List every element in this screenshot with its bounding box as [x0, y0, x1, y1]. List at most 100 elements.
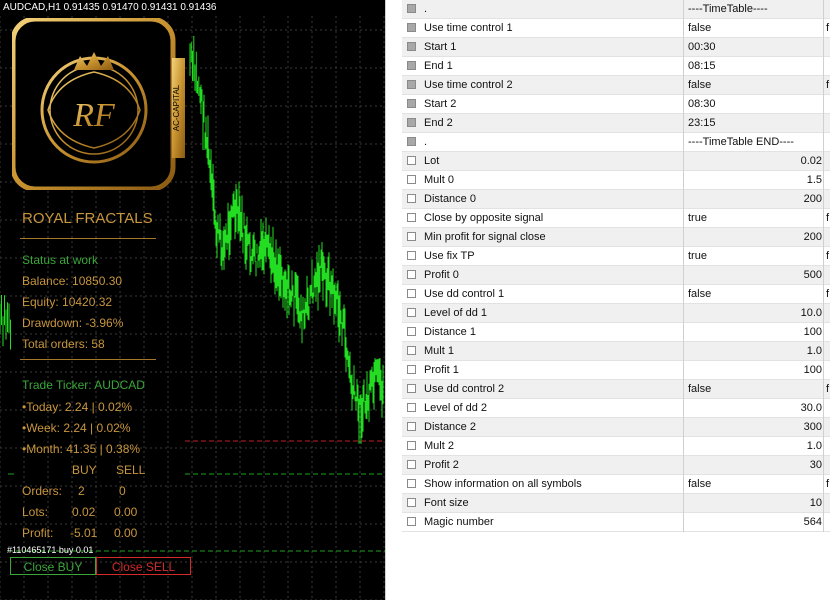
close-buy-button[interactable]: Close BUY: [10, 557, 96, 575]
chart-symbol-label: AUDCAD,H1 0.91435 0.91470 0.91431 0.9143…: [3, 2, 217, 13]
param-checkbox[interactable]: [407, 479, 416, 488]
param-value[interactable]: 1.0: [688, 440, 822, 452]
param-value[interactable]: 08:15: [688, 60, 822, 72]
param-checkbox[interactable]: [407, 137, 416, 146]
param-value[interactable]: 30: [688, 459, 822, 471]
orders-buy-value: 2: [78, 484, 85, 498]
param-value[interactable]: 1.0: [688, 345, 822, 357]
param-value[interactable]: 0.02: [688, 155, 822, 167]
param-value[interactable]: true: [688, 250, 822, 262]
param-value[interactable]: 1.5: [688, 174, 822, 186]
param-value[interactable]: 23:15: [688, 117, 822, 129]
param-value[interactable]: 10: [688, 497, 822, 509]
param-value[interactable]: 100: [688, 364, 822, 376]
param-checkbox[interactable]: [407, 42, 416, 51]
param-row[interactable]: Use time control 2 false f: [402, 76, 830, 95]
param-row[interactable]: Lot 0.02: [402, 152, 830, 171]
param-value[interactable]: 200: [688, 193, 822, 205]
param-row[interactable]: . ----TimeTable----: [402, 0, 830, 19]
param-checkbox[interactable]: [407, 270, 416, 279]
param-value[interactable]: false: [688, 288, 822, 300]
param-value[interactable]: 200: [688, 231, 822, 243]
param-row[interactable]: Distance 1 100: [402, 323, 830, 342]
param-checkbox[interactable]: [407, 156, 416, 165]
param-row[interactable]: End 1 08:15: [402, 57, 830, 76]
param-checkbox[interactable]: [407, 213, 416, 222]
param-checkbox[interactable]: [407, 384, 416, 393]
param-name: Level of dd 1: [424, 307, 487, 319]
param-row[interactable]: Start 2 08:30: [402, 95, 830, 114]
param-checkbox[interactable]: [407, 460, 416, 469]
order-tag: #110465171 buy 0.01: [7, 545, 94, 555]
param-checkbox[interactable]: [407, 403, 416, 412]
param-value[interactable]: false: [688, 478, 822, 490]
param-value[interactable]: false: [688, 383, 822, 395]
param-row[interactable]: Close by opposite signal true f: [402, 209, 830, 228]
param-row[interactable]: Level of dd 2 30.0: [402, 399, 830, 418]
param-name: Lot: [424, 155, 440, 167]
param-checkbox[interactable]: [407, 4, 416, 13]
param-row[interactable]: Distance 2 300: [402, 418, 830, 437]
param-checkbox[interactable]: [407, 61, 416, 70]
param-row[interactable]: Mult 0 1.5: [402, 171, 830, 190]
param-value[interactable]: 00:30: [688, 41, 822, 53]
param-overflow: f: [826, 478, 830, 490]
param-name: Distance 0: [424, 193, 476, 205]
param-row[interactable]: Min profit for signal close 200: [402, 228, 830, 247]
param-row[interactable]: Profit 0 500: [402, 266, 830, 285]
param-value[interactable]: 10.0: [688, 307, 822, 319]
param-checkbox[interactable]: [407, 80, 416, 89]
param-overflow: f: [826, 22, 830, 34]
param-checkbox[interactable]: [407, 365, 416, 374]
param-value[interactable]: 30.0: [688, 402, 822, 414]
profit-sell-value: 0.00: [114, 526, 138, 540]
param-checkbox[interactable]: [407, 498, 416, 507]
panel-title: ROYAL FRACTALS: [22, 210, 153, 227]
param-row[interactable]: Start 1 00:30: [402, 38, 830, 57]
param-value[interactable]: 100: [688, 326, 822, 338]
param-row[interactable]: . ----TimeTable END----: [402, 133, 830, 152]
param-row[interactable]: Level of dd 1 10.0: [402, 304, 830, 323]
param-row[interactable]: Profit 2 30: [402, 456, 830, 475]
param-value[interactable]: false: [688, 22, 822, 34]
param-checkbox[interactable]: [407, 23, 416, 32]
param-checkbox[interactable]: [407, 441, 416, 450]
param-value[interactable]: 300: [688, 421, 822, 433]
param-value[interactable]: ----TimeTable----: [688, 3, 822, 15]
param-value[interactable]: true: [688, 212, 822, 224]
param-checkbox[interactable]: [407, 194, 416, 203]
param-row[interactable]: Font size 10: [402, 494, 830, 513]
param-row[interactable]: End 2 23:15: [402, 114, 830, 133]
param-value[interactable]: 08:30: [688, 98, 822, 110]
param-row[interactable]: Profit 1 100: [402, 361, 830, 380]
param-row[interactable]: Mult 1 1.0: [402, 342, 830, 361]
param-row[interactable]: Mult 2 1.0: [402, 437, 830, 456]
param-checkbox[interactable]: [407, 175, 416, 184]
param-value[interactable]: 500: [688, 269, 822, 281]
param-checkbox[interactable]: [407, 346, 416, 355]
param-checkbox[interactable]: [407, 251, 416, 260]
price-chart[interactable]: AUDCAD,H1 0.91435 0.91470 0.91431 0.9143…: [0, 0, 385, 600]
param-checkbox[interactable]: [407, 308, 416, 317]
param-checkbox[interactable]: [407, 118, 416, 127]
param-row[interactable]: Use dd control 2 false f: [402, 380, 830, 399]
param-row[interactable]: Use fix TP true f: [402, 247, 830, 266]
param-checkbox[interactable]: [407, 232, 416, 241]
logo-initials: RF: [72, 97, 116, 134]
param-checkbox[interactable]: [407, 327, 416, 336]
param-name: Show information on all symbols: [424, 478, 582, 490]
param-row[interactable]: Use dd control 1 false f: [402, 285, 830, 304]
close-sell-button[interactable]: Close SELL: [96, 557, 191, 575]
orders-sell-value: 0: [119, 484, 126, 498]
param-row[interactable]: Use time control 1 false f: [402, 19, 830, 38]
param-checkbox[interactable]: [407, 99, 416, 108]
param-checkbox[interactable]: [407, 289, 416, 298]
param-value[interactable]: false: [688, 79, 822, 91]
param-checkbox[interactable]: [407, 517, 416, 526]
param-row[interactable]: Show information on all symbols false f: [402, 475, 830, 494]
param-row[interactable]: Magic number 564: [402, 513, 830, 532]
param-value[interactable]: 564: [688, 516, 822, 528]
param-checkbox[interactable]: [407, 422, 416, 431]
param-row[interactable]: Distance 0 200: [402, 190, 830, 209]
param-value[interactable]: ----TimeTable END----: [688, 136, 822, 148]
